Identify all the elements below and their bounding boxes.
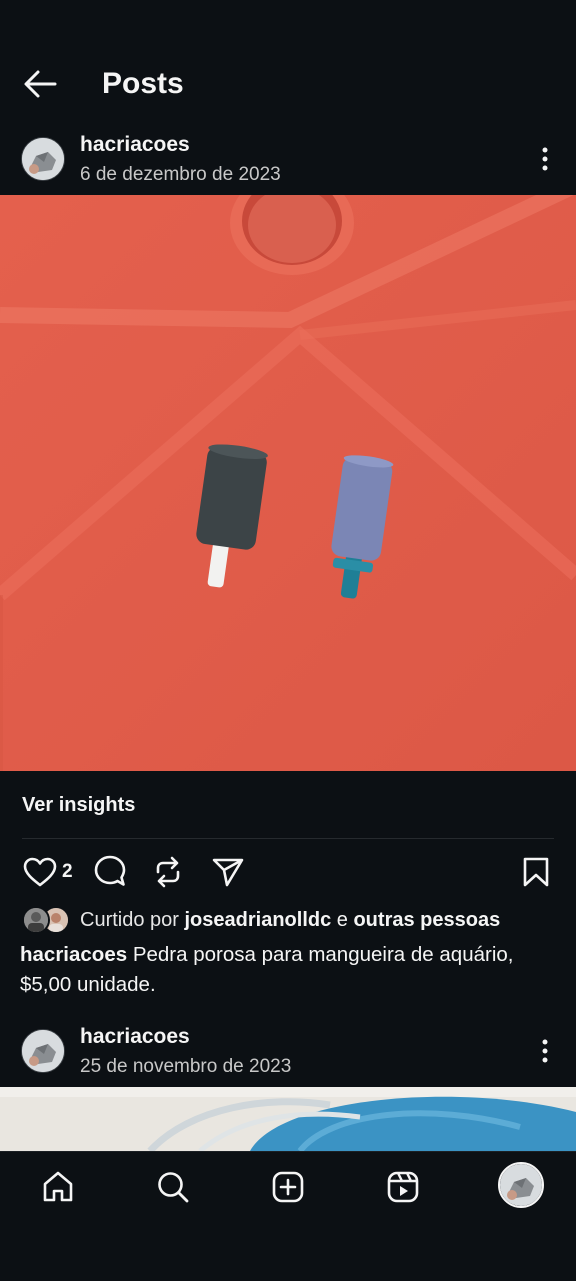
avatar-image	[22, 1030, 64, 1072]
avatar[interactable]	[21, 1029, 65, 1073]
like-button[interactable]	[20, 852, 60, 892]
back-button[interactable]	[18, 62, 62, 106]
profile-avatar	[500, 1164, 542, 1206]
search-icon	[158, 1172, 189, 1203]
home-icon	[43, 1171, 73, 1202]
create-icon	[272, 1171, 304, 1203]
post-image[interactable]	[0, 195, 576, 771]
repost-icon	[156, 856, 180, 888]
liked-by-username[interactable]: joseadrianolldc	[185, 905, 332, 935]
more-vertical-icon	[542, 1039, 548, 1063]
post-image[interactable]	[0, 1087, 576, 1151]
nav-home[interactable]	[36, 1165, 80, 1209]
nav-search[interactable]	[151, 1165, 195, 1209]
liked-by-prefix: Curtido por	[80, 909, 179, 931]
post-username[interactable]: hacriacoes	[80, 132, 190, 158]
bottom-navigation	[0, 1151, 576, 1281]
share-button[interactable]	[208, 852, 248, 892]
post-date: 25 de novembro de 2023	[80, 1056, 292, 1077]
post-username[interactable]: hacriacoes	[80, 1024, 190, 1050]
more-vertical-icon	[542, 147, 548, 171]
arrow-left-icon	[24, 70, 57, 98]
send-icon	[212, 858, 244, 887]
comment-button[interactable]	[90, 852, 130, 892]
post-date: 6 de dezembro de 2023	[80, 164, 281, 185]
post-caption: hacriacoes Pedra porosa para mangueira d…	[20, 940, 560, 1000]
post-options-button[interactable]	[530, 1031, 560, 1071]
reels-icon	[387, 1171, 419, 1203]
nav-reels[interactable]	[381, 1165, 425, 1209]
avatar[interactable]	[21, 137, 65, 181]
repost-button[interactable]	[148, 852, 188, 892]
like-count[interactable]: 2	[62, 858, 73, 886]
heart-icon	[23, 857, 57, 887]
liked-by-others[interactable]: outras pessoas	[353, 905, 500, 935]
avatar-image	[22, 138, 64, 180]
nav-profile[interactable]	[498, 1162, 544, 1208]
comment-icon	[94, 855, 126, 886]
liker-avatar	[22, 906, 50, 934]
post-photo	[0, 1087, 576, 1151]
bookmark-icon	[523, 857, 549, 887]
view-insights-link[interactable]: Ver insights	[22, 790, 135, 820]
save-button[interactable]	[516, 852, 556, 892]
liked-by-joiner: e	[336, 909, 348, 931]
post-options-button[interactable]	[530, 139, 560, 179]
divider	[22, 838, 554, 839]
page-title: Posts	[102, 67, 184, 100]
nav-create[interactable]	[266, 1165, 310, 1209]
post-photo	[0, 195, 576, 771]
liked-by-row[interactable]: Curtido por joseadrianolldc e outras pes…	[22, 905, 500, 935]
caption-username[interactable]: hacriacoes	[20, 943, 127, 966]
